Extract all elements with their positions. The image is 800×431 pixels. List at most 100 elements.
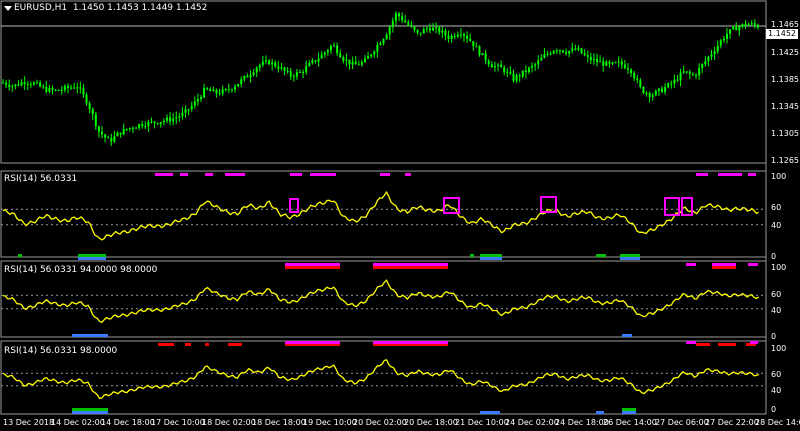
pane-frame — [0, 0, 767, 164]
candle-body — [60, 89, 63, 91]
candle-body — [224, 89, 227, 91]
price-label: 1.1425 — [771, 48, 799, 57]
candle-body — [518, 75, 521, 77]
signal-oversold — [72, 411, 108, 414]
candle-body — [515, 75, 518, 81]
candle-body — [131, 127, 134, 129]
candle-body — [466, 35, 469, 39]
candle-body — [221, 89, 224, 94]
candle-body — [11, 86, 14, 88]
price-label: 1.1385 — [771, 75, 799, 84]
time-label: 27 Dec 06:00 — [655, 418, 709, 427]
candle-body — [42, 86, 45, 88]
candle-body — [218, 93, 221, 95]
candle-body — [419, 32, 422, 34]
candle-body — [351, 61, 354, 65]
candle-body — [147, 121, 150, 127]
candle-body — [534, 64, 537, 66]
candle-body — [614, 62, 617, 64]
candle-body — [521, 70, 524, 77]
signal-oversold-alt — [622, 408, 636, 411]
candle-body — [45, 86, 48, 92]
rsi-level-label: 60 — [771, 290, 782, 299]
candle-body — [410, 25, 413, 27]
candle-body — [339, 53, 342, 58]
candle-body — [153, 121, 156, 123]
candle-body — [255, 67, 258, 73]
signal-overbought — [712, 263, 736, 266]
candle-body — [354, 61, 357, 65]
candle-body — [561, 50, 564, 53]
candle-body — [336, 45, 339, 54]
candle-body — [76, 87, 79, 89]
candle-body — [264, 60, 267, 62]
highlight-box — [664, 197, 680, 216]
candle-body — [379, 43, 382, 46]
signal-oversold — [620, 254, 640, 257]
current-price-tag: 1.1452 — [766, 29, 798, 39]
candle-body — [388, 27, 391, 35]
candle-body — [565, 52, 568, 54]
candle-body — [685, 71, 688, 73]
signal-oversold — [78, 254, 106, 257]
candle-body — [308, 62, 311, 67]
candle-body — [716, 45, 719, 52]
signal-overbought — [155, 173, 173, 176]
candle-body — [605, 61, 608, 66]
candle-body — [571, 48, 574, 51]
rsi-level-label: 40 — [771, 306, 782, 315]
candle-body — [23, 82, 26, 84]
candle-body — [357, 64, 360, 66]
candle-body — [246, 76, 249, 78]
chart-canvas[interactable] — [0, 0, 800, 431]
candle-body — [688, 71, 691, 74]
signal-oversold — [72, 334, 108, 337]
symbol-dropdown-icon[interactable] — [4, 6, 12, 11]
candle-body — [17, 84, 20, 86]
candle-body — [453, 35, 456, 37]
candle-body — [438, 27, 441, 33]
candle-body — [673, 79, 676, 84]
time-label: 14 Dec 18:00 — [101, 418, 155, 427]
candle-body — [407, 22, 410, 26]
candle-body — [342, 57, 345, 61]
rsi-level-label: 40 — [771, 221, 782, 230]
rsi-level-label: 100 — [771, 344, 787, 353]
signal-overbought-alt — [285, 266, 340, 269]
signal-overbought — [373, 263, 448, 266]
candle-body — [469, 38, 472, 42]
candle-body — [611, 62, 614, 64]
candle-body — [503, 67, 506, 73]
signal-overbought-alt — [750, 341, 758, 344]
candle-body — [664, 87, 667, 93]
candle-body — [165, 117, 168, 121]
candle-body — [94, 114, 97, 127]
candle-body — [667, 83, 670, 88]
candle-body — [382, 39, 385, 44]
candle-body — [617, 61, 620, 63]
candle-body — [577, 48, 580, 50]
candle-body — [240, 79, 243, 84]
time-label: 13 Dec 2018 — [3, 418, 55, 427]
candle-body — [524, 70, 527, 73]
signal-overbought — [696, 343, 710, 346]
candle-body — [14, 84, 17, 87]
candle-body — [475, 46, 478, 48]
candle-body — [243, 76, 246, 80]
time-label: 19 Dec 10:00 — [303, 418, 357, 427]
candle-body — [122, 128, 125, 135]
candle-body — [323, 52, 326, 55]
candle-body — [422, 29, 425, 34]
candle-body — [497, 64, 500, 66]
signal-overbought — [205, 173, 213, 176]
candle-body — [85, 94, 88, 104]
signal-oversold — [622, 411, 636, 414]
signal-overbought — [285, 263, 340, 266]
candle-body — [753, 23, 756, 26]
rsi-level-label: 0 — [771, 405, 777, 414]
candle-body — [54, 89, 57, 91]
candle-body — [741, 24, 744, 27]
time-label: 28 Dec 14:00 — [755, 418, 800, 427]
candle-body — [162, 120, 165, 123]
candle-body — [490, 64, 493, 68]
